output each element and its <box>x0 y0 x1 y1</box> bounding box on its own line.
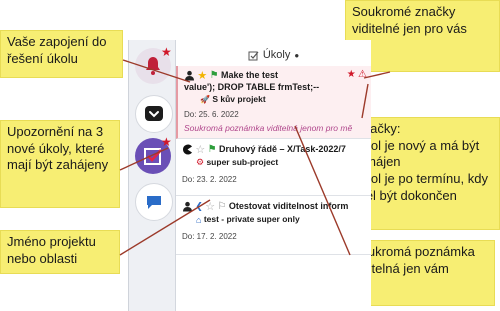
sidebar-bell-button[interactable]: ★ <box>135 45 172 84</box>
task-title[interactable]: Make the test <box>221 70 278 80</box>
warning-icon: ⚠ <box>358 69 367 81</box>
task-project: super sub-project <box>206 157 279 167</box>
callout-znacky-title: Značky: <box>355 121 401 136</box>
task-item[interactable]: ★ ⚑ Make the test ★ ⚠ value'); DROP TABL… <box>176 66 371 139</box>
page-title: Úkoly <box>262 49 291 61</box>
task-project: S kův projekt <box>212 94 266 104</box>
involvement-star-icon: ★ <box>161 45 172 59</box>
task-date: Do: 17. 2. 2022 <box>182 232 237 241</box>
home-icon: ⌂ <box>196 214 202 225</box>
task-date: Do: 23. 2. 2022 <box>182 175 237 184</box>
flag-icon[interactable]: ⚑ <box>208 144 217 155</box>
task-item[interactable]: ☆ ⚑ Druhový řádě – X/Task-2022/7 ⚙ super… <box>176 139 371 196</box>
star-icon[interactable]: ☆ <box>195 143 205 156</box>
callout-znacky-overdue: Úkol je po termínu, kdy měl být dokončen <box>355 170 488 203</box>
sidebar-chat-button[interactable] <box>135 183 173 221</box>
person-icon <box>185 70 194 81</box>
private-star-icon[interactable]: ★ <box>347 69 356 80</box>
info-icon[interactable]: ● <box>294 51 299 60</box>
flag-icon[interactable]: ⚐ <box>218 201 227 212</box>
person-icon <box>183 201 192 212</box>
callout-upozorneni: Upozornění na 3 nové úkoly, které mají b… <box>0 120 120 208</box>
callout-zapojeni: Vaše zapojení do řešení úkolu <box>0 30 123 78</box>
rocket-icon: 🚀 <box>200 95 210 105</box>
sidebar-tasks-button[interactable]: ★ <box>135 135 172 174</box>
gear-icon: ⚙ <box>196 157 205 168</box>
chat-icon <box>147 196 161 209</box>
sidebar: ★ ★ <box>129 40 176 311</box>
sidebar-pocket-button[interactable] <box>135 95 173 133</box>
task-project: test - private super only <box>203 214 300 224</box>
task-title[interactable]: Otestovat viditelnost inform <box>229 201 349 211</box>
task-title[interactable]: Druhový řádě – X/Task-2022/7 <box>219 144 346 154</box>
star-icon[interactable]: ★ <box>197 69 207 82</box>
new-tasks-star-icon: ★ <box>161 135 172 149</box>
tasks-app-panel: ★ ★ Úkoly ● ★ ⚑ Make the test ★ ⚠ value'… <box>128 40 371 311</box>
star-icon[interactable]: ☆ <box>205 200 215 213</box>
panel-header: Úkoly ● <box>176 45 371 65</box>
task-item[interactable]: ❮ ☆ ⚐ Otestovat viditelnost inform ⌂ tes… <box>176 196 371 255</box>
task-subtitle: value'); DROP TABLE frmTest;-- <box>184 82 320 92</box>
callout-projekt: Jméno projektu nebo oblasti <box>0 230 120 274</box>
pacman-icon <box>183 144 192 155</box>
task-date: Do: 25. 6. 2022 <box>184 110 239 119</box>
checkbox-pen-icon <box>248 51 259 60</box>
task-list: ★ ⚑ Make the test ★ ⚠ value'); DROP TABL… <box>176 66 371 255</box>
arrow-icon: ❮ <box>195 201 203 211</box>
pocket-icon <box>145 106 163 121</box>
callout-znacky-new: Úkol je nový a má být zahájen <box>355 137 480 170</box>
flag-icon[interactable]: ⚑ <box>210 70 219 81</box>
private-note[interactable]: Soukromá poznámka viditelná jenom pro mě <box>184 123 367 133</box>
